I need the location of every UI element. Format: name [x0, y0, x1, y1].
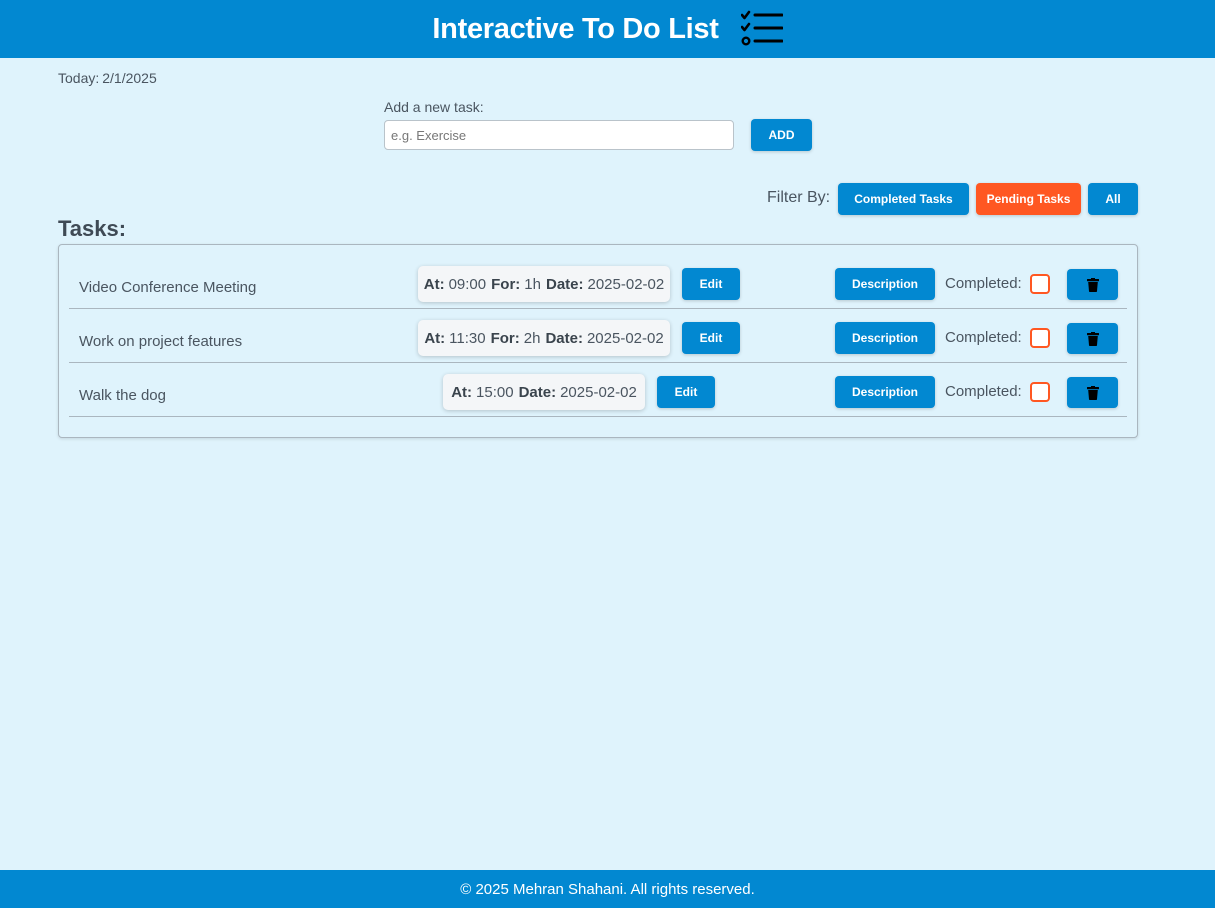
description-button[interactable]: Description	[835, 376, 935, 408]
filter-pending-button[interactable]: Pending Tasks	[976, 183, 1081, 215]
trash-icon	[1086, 385, 1099, 400]
filter-completed-button[interactable]: Completed Tasks	[838, 183, 969, 215]
filter-label: Filter By:	[767, 189, 831, 206]
task-schedule: At: 09:00 For: 1h Date: 2025-02-02	[418, 266, 670, 302]
delete-task-button[interactable]	[1067, 377, 1118, 408]
filter-all-button[interactable]: All	[1088, 183, 1138, 215]
task-time: 09:00	[448, 275, 487, 293]
today-date: Today: 2/1/2025	[58, 70, 157, 86]
edit-task-button[interactable]: Edit	[657, 376, 715, 408]
edit-task-button[interactable]: Edit	[682, 268, 740, 300]
edit-task-button[interactable]: Edit	[682, 322, 740, 354]
for-label: For:	[490, 329, 520, 347]
trash-icon	[1086, 277, 1099, 292]
task-list: Video Conference Meeting At: 09:00 For: 1h…	[58, 244, 1138, 438]
date-label: Date:	[545, 275, 584, 293]
description-button[interactable]: Description	[835, 322, 935, 354]
today-value: 2/1/2025	[102, 70, 157, 86]
completed-label: Completed:	[945, 329, 1022, 346]
completed-checkbox[interactable]	[1030, 328, 1050, 348]
delete-task-button[interactable]	[1067, 323, 1118, 354]
date-label: Date:	[545, 329, 583, 347]
date-label: Date:	[518, 383, 557, 401]
task-name: Video Conference Meeting	[79, 279, 257, 296]
app-title: Interactive To Do List	[432, 12, 719, 45]
task-name: Work on project features	[79, 333, 243, 350]
app-header: Interactive To Do List	[0, 0, 1215, 58]
trash-icon	[1086, 331, 1099, 346]
task-time: 11:30	[449, 329, 486, 347]
task-schedule: At: 15:00 Date: 2025-02-02	[443, 374, 645, 410]
checklist-icon	[740, 10, 783, 46]
task-date: 2025-02-02	[560, 383, 637, 401]
at-label: At:	[423, 275, 445, 293]
footer: © 2025 Mehran Shahani. All rights reserv…	[0, 870, 1215, 908]
copyright-text: © 2025 Mehran Shahani. All rights reserv…	[460, 880, 755, 898]
task-date: 2025-02-02	[587, 275, 665, 293]
description-button[interactable]: Description	[835, 268, 935, 300]
new-task-input[interactable]	[384, 120, 734, 150]
delete-task-button[interactable]	[1067, 269, 1118, 300]
completed-label: Completed:	[945, 275, 1022, 292]
task-row: Work on project features At: 11:30 For: 2h…	[69, 309, 1127, 363]
task-duration: 1h	[524, 275, 541, 293]
task-time: 15:00	[476, 383, 514, 401]
today-label: Today:	[58, 70, 100, 86]
add-task-label: Add a new task:	[384, 99, 484, 115]
for-label: For:	[491, 275, 521, 293]
completed-checkbox[interactable]	[1030, 382, 1050, 402]
task-row: Walk the dog At: 15:00 Date: 2025-02-02 Ed…	[69, 363, 1127, 417]
task-row: Video Conference Meeting At: 09:00 For: 1h…	[69, 255, 1127, 309]
at-label: At:	[424, 329, 446, 347]
at-label: At:	[451, 383, 473, 401]
tasks-heading: Tasks:	[58, 216, 127, 241]
task-name: Walk the dog	[79, 387, 166, 404]
completed-checkbox[interactable]	[1030, 274, 1050, 294]
completed-label: Completed:	[945, 383, 1022, 400]
task-duration: 2h	[523, 329, 541, 347]
add-task-button[interactable]: ADD	[751, 119, 812, 151]
task-schedule: At: 11:30 For: 2h Date: 2025-02-02	[418, 320, 670, 356]
task-date: 2025-02-02	[586, 329, 664, 347]
